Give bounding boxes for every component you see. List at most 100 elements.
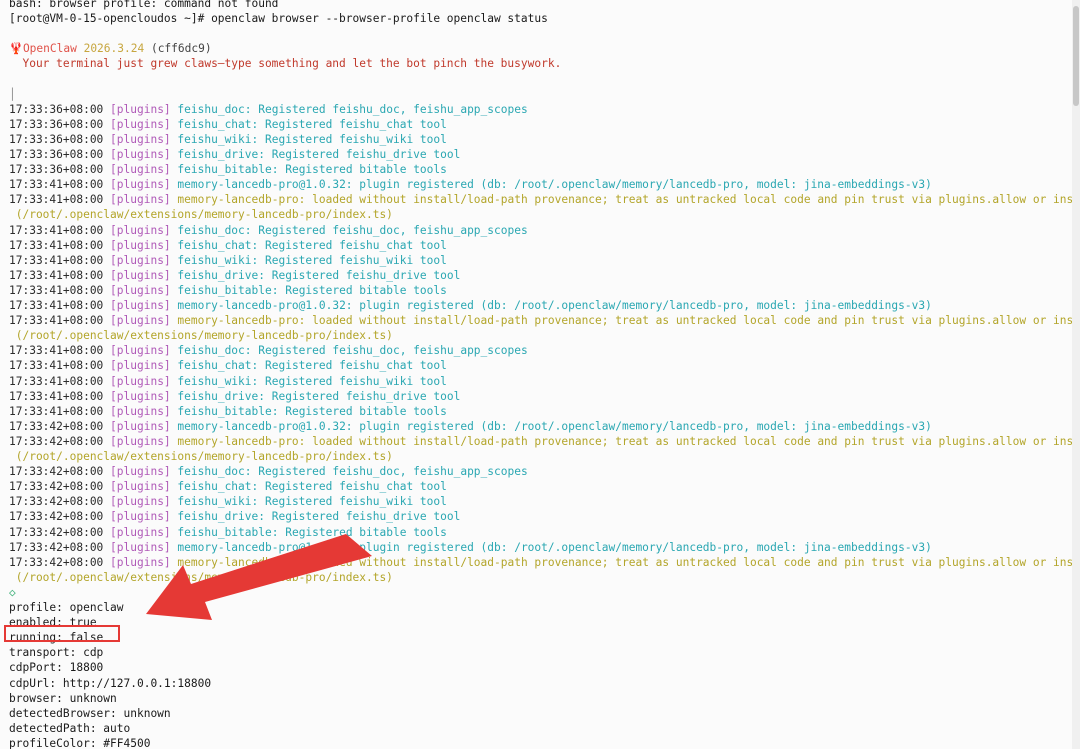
log-timestamp: 17:33:41+08:00 <box>9 344 104 358</box>
terminal-line: profileColor: #FF4500 <box>9 736 150 749</box>
log-source: feishu_chat: <box>177 117 259 131</box>
log-message: plugin registered (db: /root/.openclaw/m… <box>359 178 932 192</box>
terminal-line: detectedPath: auto <box>9 721 130 736</box>
log-timestamp: 17:33:36+08:00 <box>9 132 104 146</box>
log-source: feishu_doc: <box>177 102 252 116</box>
log-tag: [plugins] <box>110 510 171 524</box>
log-timestamp: 17:33:36+08:00 <box>9 148 104 161</box>
log-message: Registered feishu_drive tool <box>271 268 461 282</box>
log-source: feishu_bitable: <box>177 525 279 539</box>
terminal-text: profileColor: #FF4500 <box>9 736 151 749</box>
log-message: Registered feishu_wiki tool <box>265 374 447 388</box>
terminal-line: 17:33:41+08:00 [plugins] feishu_chat: Re… <box>9 358 447 373</box>
log-message: Registered bitable tools <box>285 404 447 418</box>
terminal-line: 17:33:36+08:00 [plugins] feishu_drive: R… <box>9 147 460 162</box>
log-timestamp: 17:33:41+08:00 <box>9 268 104 282</box>
log-source: memory-lancedb-pro@1.0.32: <box>177 299 353 312</box>
log-tag: [plugins] <box>110 419 171 433</box>
log-tag: [plugins] <box>110 299 171 312</box>
log-continuation: (/root/.openclaw/extensions/memory-lance… <box>9 208 393 222</box>
log-tag: [plugins] <box>110 178 171 192</box>
log-source: feishu_chat: <box>177 480 259 494</box>
log-timestamp: 17:33:42+08:00 <box>9 540 104 554</box>
log-tag: [plugins] <box>110 117 171 131</box>
log-source: feishu_bitable: <box>177 283 279 297</box>
log-timestamp: 17:33:42+08:00 <box>9 525 104 539</box>
log-message: loaded without install/load-path provena… <box>312 555 1072 569</box>
log-source: feishu_drive: <box>177 148 265 161</box>
log-source: feishu_wiki: <box>177 253 259 267</box>
log-continuation: (/root/.openclaw/extensions/memory-lance… <box>9 450 393 463</box>
log-source: feishu_drive: <box>177 510 265 524</box>
terminal-line: 17:33:41+08:00 [plugins] feishu_bitable:… <box>9 404 447 419</box>
scrollbar-thumb[interactable] <box>1073 6 1079 106</box>
log-tag: [plugins] <box>110 374 171 388</box>
log-timestamp: 17:33:41+08:00 <box>9 299 104 312</box>
terminal-line: 17:33:41+08:00 [plugins] feishu_drive: R… <box>9 389 460 404</box>
brand-name: OpenClaw <box>22 42 77 56</box>
log-message: Registered bitable tools <box>285 283 447 297</box>
terminal-line: cdpUrl: http://127.0.0.1:18800 <box>9 676 211 691</box>
version-number: 2026.3.24 <box>83 42 145 56</box>
log-message: Registered feishu_wiki tool <box>265 132 447 146</box>
tagline-text: Your terminal just grew claws—type somet… <box>9 57 562 71</box>
log-timestamp: 17:33:41+08:00 <box>9 223 104 237</box>
terminal-text: transport: cdp <box>9 646 104 660</box>
log-tag: [plugins] <box>110 223 171 237</box>
diamond-icon: ◇ <box>9 585 16 599</box>
log-tag: [plugins] <box>110 555 171 569</box>
log-timestamp: 17:33:36+08:00 <box>9 102 104 116</box>
terminal-line: 17:33:36+08:00 [plugins] feishu_bitable:… <box>9 162 447 177</box>
terminal-text: detectedBrowser: unknown <box>9 706 171 720</box>
running-status-highlight-box <box>4 625 120 642</box>
log-source: feishu_wiki: <box>177 374 259 388</box>
terminal-line: 17:33:42+08:00 [plugins] feishu_wiki: Re… <box>9 494 447 509</box>
log-message: Registered feishu_doc, feishu_app_scopes <box>258 102 528 116</box>
log-source: feishu_doc: <box>177 344 252 358</box>
log-source: feishu_bitable: <box>177 404 279 418</box>
terminal-line: │ <box>9 87 16 102</box>
terminal-line: 17:33:41+08:00 [plugins] memory-lancedb-… <box>9 313 1072 328</box>
log-tag: [plugins] <box>110 314 171 328</box>
log-message: Registered feishu_drive tool <box>271 389 461 403</box>
log-timestamp: 17:33:42+08:00 <box>9 434 104 448</box>
terminal-text: detectedPath: auto <box>9 721 131 735</box>
log-message: loaded without install/load-path provena… <box>312 434 1072 448</box>
vertical-scrollbar[interactable] <box>1072 0 1080 749</box>
terminal-line: transport: cdp <box>9 645 103 660</box>
log-tag: [plugins] <box>110 434 171 448</box>
log-source: memory-lancedb-pro: <box>177 193 306 207</box>
log-timestamp: 17:33:41+08:00 <box>9 389 104 403</box>
pipe-glyph: │ <box>9 87 16 101</box>
terminal-line: cdpPort: 18800 <box>9 660 103 675</box>
terminal-line: 17:33:41+08:00 [plugins] feishu_chat: Re… <box>9 238 447 253</box>
commit-hash: (cff6dc9) <box>150 42 212 56</box>
terminal-line: profile: openclaw <box>9 600 124 615</box>
log-timestamp: 17:33:41+08:00 <box>9 374 104 388</box>
log-timestamp: 17:33:41+08:00 <box>9 193 104 207</box>
log-message: Registered bitable tools <box>285 525 447 539</box>
log-source: feishu_wiki: <box>177 132 259 146</box>
log-tag: [plugins] <box>110 253 171 267</box>
log-message: Registered feishu_wiki tool <box>265 495 447 509</box>
log-message: plugin registered (db: /root/.openclaw/m… <box>359 540 932 554</box>
log-timestamp: 17:33:41+08:00 <box>9 238 104 252</box>
terminal-text: bash: browser profile: command not found <box>9 0 279 10</box>
terminal-line: 17:33:41+08:00 [plugins] feishu_wiki: Re… <box>9 253 447 268</box>
terminal-line: browser: unknown <box>9 691 117 706</box>
log-source: feishu_drive: <box>177 389 265 403</box>
terminal-text: [root@VM-0-15-opencloudos ~]# openclaw b… <box>9 12 548 26</box>
log-message: Registered feishu_doc, feishu_app_scopes <box>258 223 528 237</box>
terminal-line: 17:33:36+08:00 [plugins] feishu_wiki: Re… <box>9 132 447 147</box>
terminal-line: 17:33:42+08:00 [plugins] memory-lancedb-… <box>9 419 932 434</box>
log-timestamp: 17:33:42+08:00 <box>9 465 104 479</box>
log-timestamp: 17:33:41+08:00 <box>9 359 104 373</box>
log-message: Registered feishu_doc, feishu_app_scopes <box>258 465 528 479</box>
log-timestamp: 17:33:41+08:00 <box>9 253 104 267</box>
terminal-line: 17:33:41+08:00 [plugins] feishu_doc: Reg… <box>9 223 528 238</box>
log-message: Registered feishu_doc, feishu_app_scopes <box>258 344 528 358</box>
terminal-line: [root@VM-0-15-opencloudos ~]# openclaw b… <box>9 11 548 26</box>
log-tag: [plugins] <box>110 359 171 373</box>
terminal-output[interactable]: bash: browser profile: command not found… <box>0 0 1072 749</box>
log-source: memory-lancedb-pro: <box>177 434 306 448</box>
